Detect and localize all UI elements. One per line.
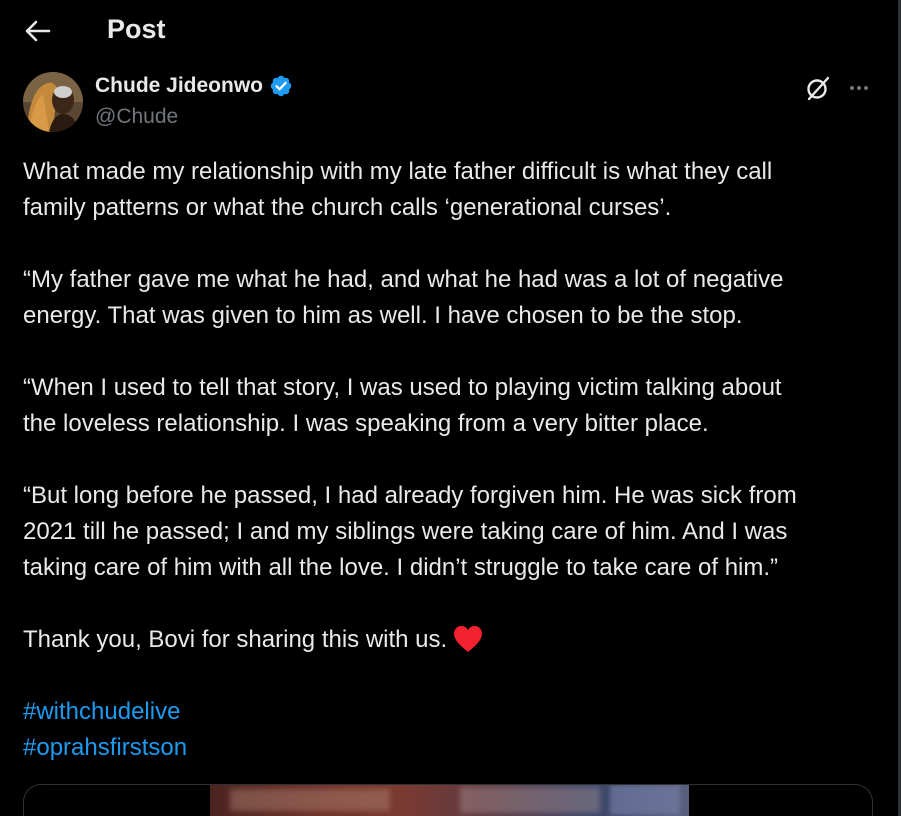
author-name[interactable]: Chude Jideonwo bbox=[95, 74, 263, 98]
tweet-paragraph-thanks: Thank you, Bovi for sharing this with us… bbox=[23, 622, 878, 658]
video-thumbnail[interactable] bbox=[210, 785, 689, 816]
more-dots-icon bbox=[857, 86, 861, 90]
verified-badge-icon bbox=[270, 75, 292, 97]
page-header: Post bbox=[0, 0, 898, 62]
grok-icon bbox=[807, 76, 830, 101]
author-handle[interactable]: @Chude bbox=[95, 105, 178, 129]
back-button[interactable] bbox=[20, 13, 56, 49]
author-name-row: Chude Jideonwo bbox=[95, 74, 293, 98]
arrow-left-icon bbox=[25, 20, 51, 42]
avatar-image bbox=[23, 72, 83, 132]
tweet-paragraph: “But long before he passed, I had alread… bbox=[23, 482, 797, 581]
media-card[interactable] bbox=[23, 784, 873, 816]
hashtag-link[interactable]: #withchudelive bbox=[23, 694, 878, 730]
hashtag-link[interactable]: #oprahsfirstson bbox=[23, 730, 878, 766]
thanks-text: Thank you, Bovi for sharing this with us… bbox=[23, 626, 448, 653]
red-heart-emoji-icon bbox=[454, 626, 483, 652]
more-dots-icon bbox=[864, 86, 868, 90]
tweet-paragraph: “When I used to tell that story, I was u… bbox=[23, 374, 782, 437]
tweet-text: What made my relationship with my late f… bbox=[23, 154, 878, 766]
more-options-button[interactable] bbox=[844, 76, 874, 100]
tweet-paragraph: “My father gave me what he had, and what… bbox=[23, 266, 784, 329]
tweet-paragraph: What made my relationship with my late f… bbox=[23, 158, 773, 221]
page-title: Post bbox=[107, 14, 166, 44]
avatar[interactable] bbox=[23, 72, 83, 132]
grok-button[interactable] bbox=[804, 74, 832, 102]
more-dots-icon bbox=[850, 86, 854, 90]
